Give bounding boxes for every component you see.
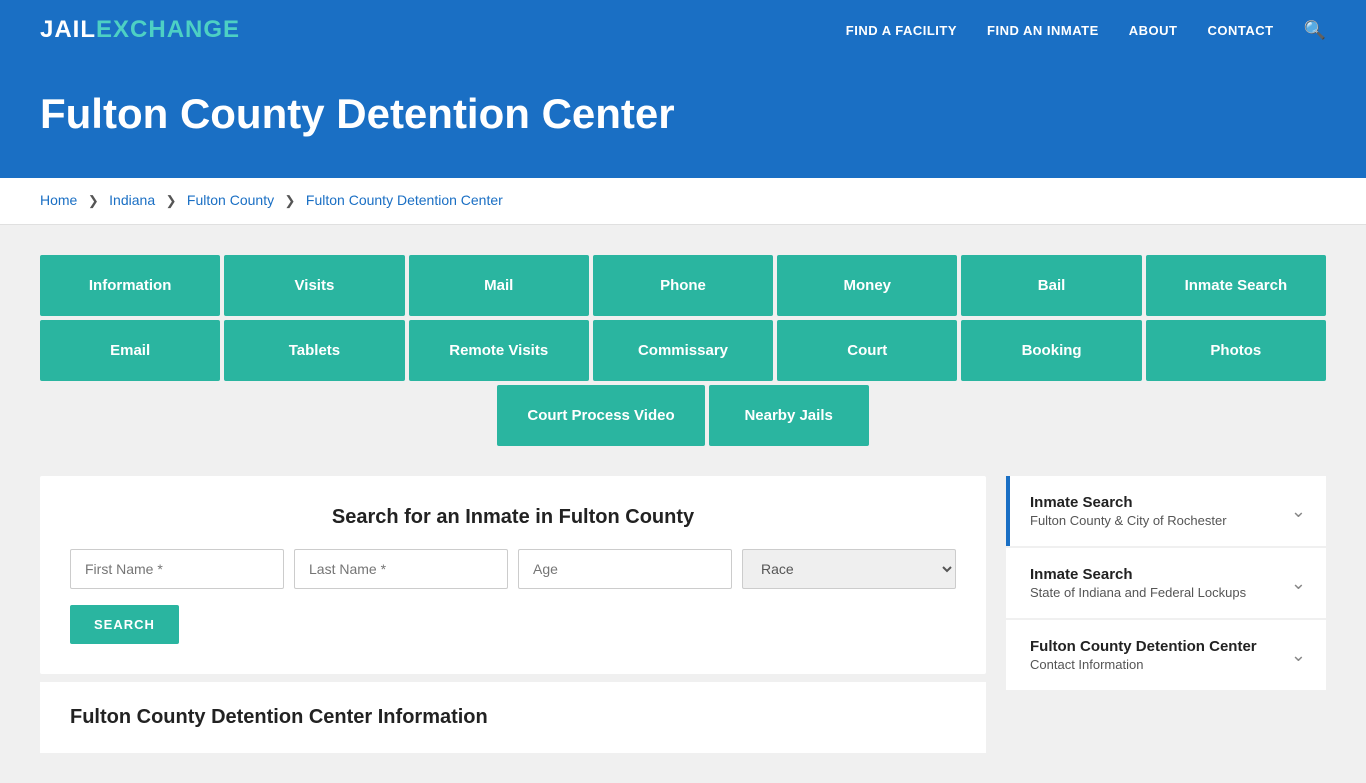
btn-remote-visits[interactable]: Remote Visits — [409, 320, 589, 381]
search-fields: Race White Black Hispanic Asian Other — [70, 549, 956, 589]
last-name-input[interactable] — [294, 549, 508, 589]
sidebar: Inmate Search Fulton County & City of Ro… — [1006, 476, 1326, 690]
first-name-input[interactable] — [70, 549, 284, 589]
btn-mail[interactable]: Mail — [409, 255, 589, 316]
btn-photos[interactable]: Photos — [1146, 320, 1326, 381]
chevron-down-icon-1: ⌄ — [1291, 501, 1306, 522]
button-grid-row1: Information Visits Mail Phone Money Bail… — [40, 255, 1326, 316]
search-title: Search for an Inmate in Fulton County — [70, 506, 956, 529]
sidebar-item-title-3: Fulton County Detention Center — [1030, 638, 1257, 655]
sidebar-item-sub-1: Fulton County & City of Rochester — [1030, 513, 1227, 528]
btn-court-process-video[interactable]: Court Process Video — [497, 385, 704, 446]
brand-logo[interactable]: JAILEXCHANGE — [40, 16, 240, 44]
sidebar-item-title-1: Inmate Search — [1030, 494, 1227, 511]
sidebar-item-title-2: Inmate Search — [1030, 566, 1246, 583]
find-facility-link[interactable]: FIND A FACILITY — [846, 23, 957, 38]
main-content: Information Visits Mail Phone Money Bail… — [0, 225, 1366, 783]
btn-tablets[interactable]: Tablets — [224, 320, 404, 381]
chevron-down-icon-3: ⌄ — [1291, 645, 1306, 666]
about-link[interactable]: ABOUT — [1129, 23, 1178, 38]
btn-phone[interactable]: Phone — [593, 255, 773, 316]
brand-exchange: EXCHANGE — [96, 16, 240, 43]
btn-court[interactable]: Court — [777, 320, 957, 381]
sidebar-item-sub-2: State of Indiana and Federal Lockups — [1030, 585, 1246, 600]
page-title: Fulton County Detention Center — [40, 90, 1326, 138]
sidebar-inmate-search-fulton[interactable]: Inmate Search Fulton County & City of Ro… — [1006, 476, 1326, 546]
button-grid-row3: Court Process Video Nearby Jails — [40, 385, 1326, 446]
sidebar-inmate-search-indiana[interactable]: Inmate Search State of Indiana and Feder… — [1006, 548, 1326, 618]
btn-email[interactable]: Email — [40, 320, 220, 381]
contact-link[interactable]: CONTACT — [1207, 23, 1273, 38]
find-inmate-link[interactable]: FIND AN INMATE — [987, 23, 1099, 38]
btn-visits[interactable]: Visits — [224, 255, 404, 316]
race-select[interactable]: Race White Black Hispanic Asian Other — [742, 549, 956, 589]
btn-information[interactable]: Information — [40, 255, 220, 316]
brand-jail: JAIL — [40, 16, 96, 43]
search-button[interactable]: SEARCH — [70, 605, 179, 644]
sidebar-item-sub-3: Contact Information — [1030, 657, 1257, 672]
hero-section: Fulton County Detention Center — [0, 60, 1366, 178]
btn-booking[interactable]: Booking — [961, 320, 1141, 381]
inmate-search-box: Search for an Inmate in Fulton County Ra… — [40, 476, 986, 674]
sidebar-contact-info[interactable]: Fulton County Detention Center Contact I… — [1006, 620, 1326, 690]
btn-commissary[interactable]: Commissary — [593, 320, 773, 381]
search-icon[interactable]: 🔍 — [1304, 20, 1326, 41]
age-input[interactable] — [518, 549, 732, 589]
breadcrumb-facility: Fulton County Detention Center — [306, 192, 503, 208]
btn-bail[interactable]: Bail — [961, 255, 1141, 316]
navbar-links: FIND A FACILITY FIND AN INMATE ABOUT CON… — [846, 20, 1326, 41]
info-section: Fulton County Detention Center Informati… — [40, 682, 986, 753]
info-title: Fulton County Detention Center Informati… — [70, 706, 956, 729]
chevron-down-icon-2: ⌄ — [1291, 573, 1306, 594]
breadcrumb-home[interactable]: Home — [40, 192, 77, 208]
breadcrumb: Home ❯ Indiana ❯ Fulton County ❯ Fulton … — [0, 178, 1366, 225]
button-grid-row2: Email Tablets Remote Visits Commissary C… — [40, 320, 1326, 381]
navbar: JAILEXCHANGE FIND A FACILITY FIND AN INM… — [0, 0, 1366, 60]
btn-inmate-search[interactable]: Inmate Search — [1146, 255, 1326, 316]
breadcrumb-indiana[interactable]: Indiana — [109, 192, 155, 208]
breadcrumb-fulton-county[interactable]: Fulton County — [187, 192, 274, 208]
btn-money[interactable]: Money — [777, 255, 957, 316]
lower-section: Search for an Inmate in Fulton County Ra… — [40, 476, 1326, 753]
btn-nearby-jails[interactable]: Nearby Jails — [709, 385, 869, 446]
